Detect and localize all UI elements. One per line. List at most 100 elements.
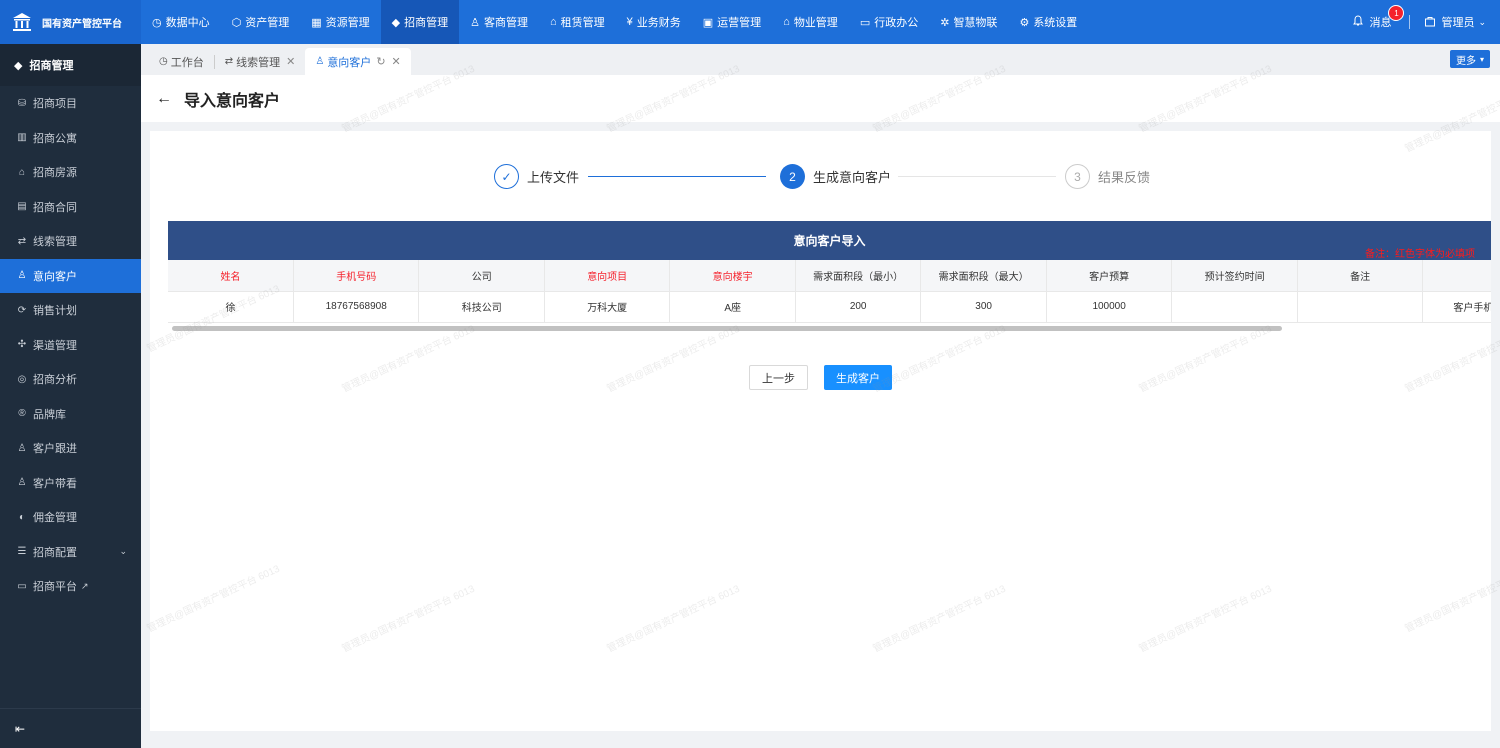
leads-icon: ⇄ <box>17 235 27 247</box>
sidebar-item-label: 客户跟进 <box>33 443 77 456</box>
step-label: 上传文件 <box>527 170 580 185</box>
nav-item-7[interactable]: ▣ 运营管理 <box>692 0 772 44</box>
top-nav: ◷ 数据中心 ⬡ 资产管理 ▦ 资源管理 ◆ 招商管理 ♙ 客商管理 ⌂ 租赁管理 ¥ 业务财务 ▣ 运营管理… <box>141 0 1088 44</box>
sidebar-item-label: 招商分析 <box>33 374 77 387</box>
nav-label: 智慧物联 <box>953 17 998 29</box>
column-header: 意向项目 <box>544 260 671 292</box>
nav-item-11[interactable]: ⚙ 系统设置 <box>1008 0 1088 44</box>
refresh-icon[interactable]: ↻ <box>376 55 385 68</box>
sidebar-item-label: 招商配置 <box>33 546 77 559</box>
close-icon[interactable]: ✕ <box>392 55 401 68</box>
column-header: 意向楼宇 <box>669 260 796 292</box>
contracts-icon: ▤ <box>17 201 27 213</box>
nav-label: 物业管理 <box>793 17 838 29</box>
nav-item-5[interactable]: ⌂ 租赁管理 <box>539 0 616 44</box>
sidebar-item-intent-customers[interactable]: ♙ 意向客户 <box>0 258 141 293</box>
sidebar-item-label: 佣金管理 <box>33 512 77 525</box>
user-menu[interactable]: 管理员 ⌄ <box>1424 14 1486 30</box>
check-icon: ✓ <box>494 164 519 189</box>
sidebar-item-label: 销售计划 <box>33 305 77 318</box>
sidebar-item-rooms[interactable]: ⌂ 招商房源 <box>0 155 141 190</box>
sales-plan-icon: ⟳ <box>17 304 27 316</box>
table-cell: 客户手机号在列为已经存 <box>1422 291 1491 323</box>
nav-item-0[interactable]: ◷ 数据中心 <box>141 0 221 44</box>
table-cell: 200 <box>795 291 922 323</box>
table-row: 徐18767568908科技公司万科大厦A座200300100000 客户手机号在… <box>168 291 1491 323</box>
top-bar: 国有资产管控平台 ◷ 数据中心 ⬡ 资产管理 ▦ 资源管理 ◆ 招商管理 ♙ 客商管理 ⌂ 租赁管理 ¥… <box>0 0 1500 44</box>
sidebar-title: 招商管理 <box>29 60 74 72</box>
nav-item-2[interactable]: ▦ 资源管理 <box>300 0 380 44</box>
apartments-icon: ▥ <box>17 132 27 144</box>
sidebar-item-apartments[interactable]: ▥ 招商公寓 <box>0 121 141 156</box>
sidebar-item-label: 招商平台 <box>33 581 77 594</box>
header-right: 消息 1 管理员 ⌄ <box>1352 0 1486 44</box>
sidebar-item-label: 客户带看 <box>33 477 77 490</box>
nav-label: 运营管理 <box>717 17 762 29</box>
nav-item-9[interactable]: ▭ 行政办公 <box>849 0 929 44</box>
message-count-badge: 1 <box>1388 5 1405 21</box>
sidebar-item-platform[interactable]: ▭ 招商平台 ↗ <box>0 569 141 604</box>
nav-item-8[interactable]: ⌂ 物业管理 <box>772 0 849 44</box>
content-card: ✓ 上传文件 2 生成意向客户 3 结果反馈 意向客户导入 备注：红色字体为必填… <box>150 131 1491 731</box>
more-button[interactable]: 更多 ▾ <box>1449 50 1490 68</box>
sidebar-item-contracts[interactable]: ▤ 招商合同 <box>0 190 141 225</box>
horizontal-scrollbar[interactable] <box>172 326 1282 331</box>
column-header <box>1422 260 1491 292</box>
tab-leads[interactable]: ⇄ 线索管理 ✕ <box>215 48 306 75</box>
table-cell: 徐 <box>168 291 294 323</box>
collapse-sidebar-button[interactable]: ⇤ <box>0 708 141 748</box>
nav-item-4[interactable]: ♙ 客商管理 <box>459 0 539 44</box>
import-table-wrapper[interactable]: 姓名 手机号码 公司 意向项目 意向楼宇 需求面积段（最小） 需求面积段（最大） 客户预算 预计… <box>168 260 1491 330</box>
brand[interactable]: 国有资产管控平台 <box>0 0 141 44</box>
tab-intent-customers[interactable]: ♙ 意向客户 ↻ ✕ <box>305 48 411 75</box>
step-connector <box>588 176 766 177</box>
tab-workbench[interactable]: ◷ 工作台 <box>149 48 214 75</box>
prev-step-button[interactable]: 上一步 <box>749 365 808 390</box>
nav-item-6[interactable]: ¥ 业务财务 <box>616 0 692 44</box>
page-title: 导入意向客户 <box>184 92 281 110</box>
sidebar-item-follow-up[interactable]: ♙ 客户跟进 <box>0 431 141 466</box>
column-header: 备注 <box>1297 260 1424 292</box>
dashboard-icon: ◷ <box>152 16 162 29</box>
sidebar-item-config[interactable]: ☰ 招商配置 ⌄ <box>0 535 141 570</box>
generate-customer-button[interactable]: 生成客户 <box>824 365 892 390</box>
sidebar-item-label: 意向客户 <box>33 270 77 283</box>
table-cell: 18767568908 <box>293 291 420 323</box>
step-upload: ✓ 上传文件 <box>494 164 579 189</box>
column-header: 需求面积段（最大） <box>920 260 1047 292</box>
messages-button[interactable]: 消息 1 <box>1352 5 1405 30</box>
nav-label: 行政办公 <box>874 17 919 29</box>
platform-icon: ▭ <box>17 580 27 592</box>
sidebar-item-sales-plan[interactable]: ⟳ 销售计划 <box>0 293 141 328</box>
sidebar-item-brands[interactable]: ® 品牌库 <box>0 397 141 432</box>
close-icon[interactable]: ✕ <box>286 55 295 68</box>
sidebar-item-leads[interactable]: ⇄ 线索管理 <box>0 224 141 259</box>
projects-icon: ⛁ <box>17 97 27 109</box>
commission-icon: ◐ <box>18 511 26 523</box>
step-number: 3 <box>1065 164 1090 189</box>
tag-icon: ◆ <box>391 16 401 29</box>
nav-item-3[interactable]: ◆ 招商管理 <box>380 0 460 44</box>
sidebar: ◆ 招商管理 ⛁ 招商项目 ▥ 招商公寓 ⌂ 招商房源 ▤ 招商合同 ⇄ 线索管理 ♙ 意向客户 ⟳ 销售… <box>0 44 141 748</box>
tab-label: 线索管理 <box>236 56 281 69</box>
back-arrow-icon[interactable]: ← <box>156 90 172 108</box>
nav-label: 租赁管理 <box>560 17 605 29</box>
table-cell <box>1297 291 1424 323</box>
import-table-title: 意向客户导入 <box>168 221 1491 260</box>
nav-item-1[interactable]: ⬡ 资产管理 <box>221 0 301 44</box>
nav-label: 资产管理 <box>245 17 290 29</box>
sidebar-item-visits[interactable]: ♙ 客户带看 <box>0 466 141 501</box>
sidebar-item-commission[interactable]: ◐ 佣金管理 <box>0 500 141 535</box>
gear-icon: ⚙ <box>1019 16 1030 29</box>
user-icon <box>1424 15 1436 30</box>
house-icon: ⌂ <box>783 16 790 28</box>
sidebar-item-projects[interactable]: ⛁ 招商项目 <box>0 86 141 121</box>
sidebar-item-analysis[interactable]: ◎ 招商分析 <box>0 362 141 397</box>
intent-customers-icon: ♙ <box>17 270 27 282</box>
sidebar-item-channels[interactable]: ✣ 渠道管理 <box>0 328 141 363</box>
sidebar-item-label: 招商项目 <box>33 98 77 111</box>
sidebar-item-label: 渠道管理 <box>33 339 77 352</box>
sidebar-item-label: 招商房源 <box>33 167 77 180</box>
building-icon: ▦ <box>311 16 322 29</box>
nav-item-10[interactable]: ✲ 智慧物联 <box>929 0 1008 44</box>
